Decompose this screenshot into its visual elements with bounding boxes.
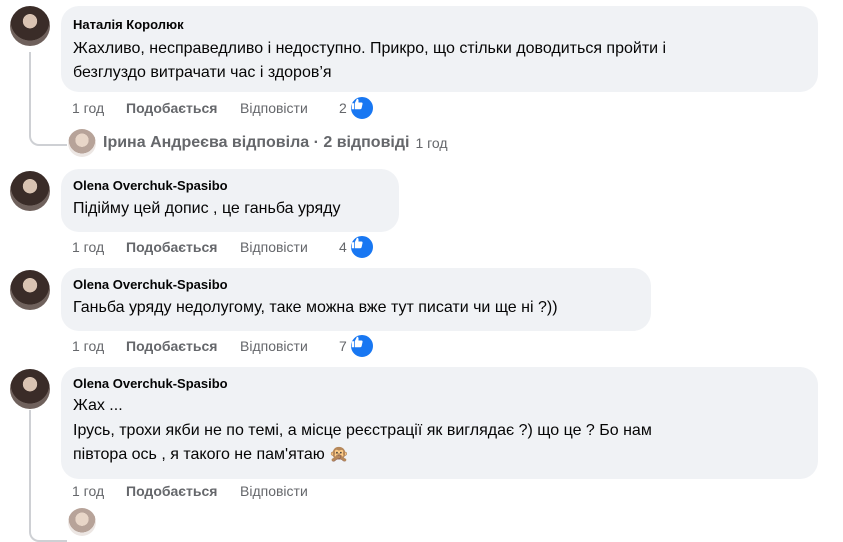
- comment-actions: 1 год Подобається Відповісти 4: [72, 235, 374, 259]
- replies-summary[interactable]: Ірина Андреєва відповіла · 2 відповіді: [103, 134, 409, 152]
- like-button[interactable]: Подобається: [126, 239, 240, 255]
- reply-button[interactable]: Відповісти: [240, 483, 339, 499]
- comment-time[interactable]: 1 год: [72, 483, 126, 499]
- comment-time[interactable]: 1 год: [72, 239, 126, 255]
- like-count[interactable]: 2: [339, 100, 347, 116]
- comment-author[interactable]: Olena Overchuk-Spasibo: [73, 276, 639, 293]
- avatar[interactable]: [10, 369, 50, 409]
- comment-text-line: півтора ось , я такого не пам'ятаю 🙊: [73, 443, 806, 467]
- thumbs-up-icon[interactable]: [349, 334, 374, 358]
- like-button[interactable]: Подобається: [126, 338, 240, 354]
- thread-connector: [29, 410, 67, 542]
- like-count[interactable]: 4: [339, 239, 347, 255]
- avatar[interactable]: [10, 171, 50, 211]
- comment-text-fragment: півтора ось , я такого не пам'ятаю: [73, 446, 325, 463]
- like-button[interactable]: Подобається: [126, 100, 240, 116]
- comment-bubble: Olena Overchuk-Spasibo Підійму цей допис…: [61, 169, 399, 232]
- comment-text-line: Жах ...: [73, 397, 123, 414]
- comment-actions: 1 год Подобається Відповісти 2: [72, 96, 374, 120]
- comment-text-line: Жахливо, несправедливо і недоступно. При…: [73, 40, 667, 57]
- view-replies-link[interactable]: Ірина Андреєва відповіла · 2 відповіді 1…: [68, 129, 448, 157]
- reply-button[interactable]: Відповісти: [240, 100, 339, 116]
- comment-time[interactable]: 1 год: [72, 338, 126, 354]
- comment-author[interactable]: Olena Overchuk-Spasibo: [73, 375, 806, 392]
- comment-text-line: Ірусь, трохи якби не по темі, а місце ре…: [73, 422, 652, 439]
- avatar[interactable]: [10, 6, 50, 46]
- comment-bubble: Olena Overchuk-Spasibo Ганьба уряду недо…: [61, 268, 651, 331]
- comment-author[interactable]: Наталія Королюк: [73, 16, 806, 33]
- reply-button[interactable]: Відповісти: [240, 338, 339, 354]
- thread-connector: [29, 52, 67, 146]
- comment-text-line: Підійму цей допис , це ганьба уряду: [73, 200, 341, 217]
- comment-time[interactable]: 1 год: [72, 100, 126, 116]
- monkey-emoji-icon: 🙊: [329, 446, 350, 463]
- comment-author[interactable]: Olena Overchuk-Spasibo: [73, 177, 387, 194]
- comment-actions: 1 год Подобається Відповісти: [72, 481, 339, 501]
- view-replies-link-partial[interactable]: [68, 508, 103, 536]
- reply-button[interactable]: Відповісти: [240, 239, 339, 255]
- comment-bubble: Наталія Королюк Жахливо, несправедливо і…: [61, 6, 818, 92]
- thumbs-up-icon[interactable]: [349, 235, 374, 259]
- like-count[interactable]: 7: [339, 338, 347, 354]
- avatar[interactable]: [10, 270, 50, 310]
- avatar: [68, 508, 96, 536]
- like-button[interactable]: Подобається: [126, 483, 240, 499]
- comment-text-line: безглуздо витрачати час і здоров’я: [73, 64, 332, 81]
- thumbs-up-icon[interactable]: [349, 96, 374, 120]
- comment-actions: 1 год Подобається Відповісти 7: [72, 334, 374, 358]
- replies-time: 1 год: [415, 135, 448, 151]
- comment-text-line: Ганьба уряду недолугому, таке можна вже …: [73, 299, 558, 316]
- comment-bubble: Olena Overchuk-Spasibo Жах ... Ірусь, тр…: [61, 367, 818, 479]
- avatar: [68, 129, 96, 157]
